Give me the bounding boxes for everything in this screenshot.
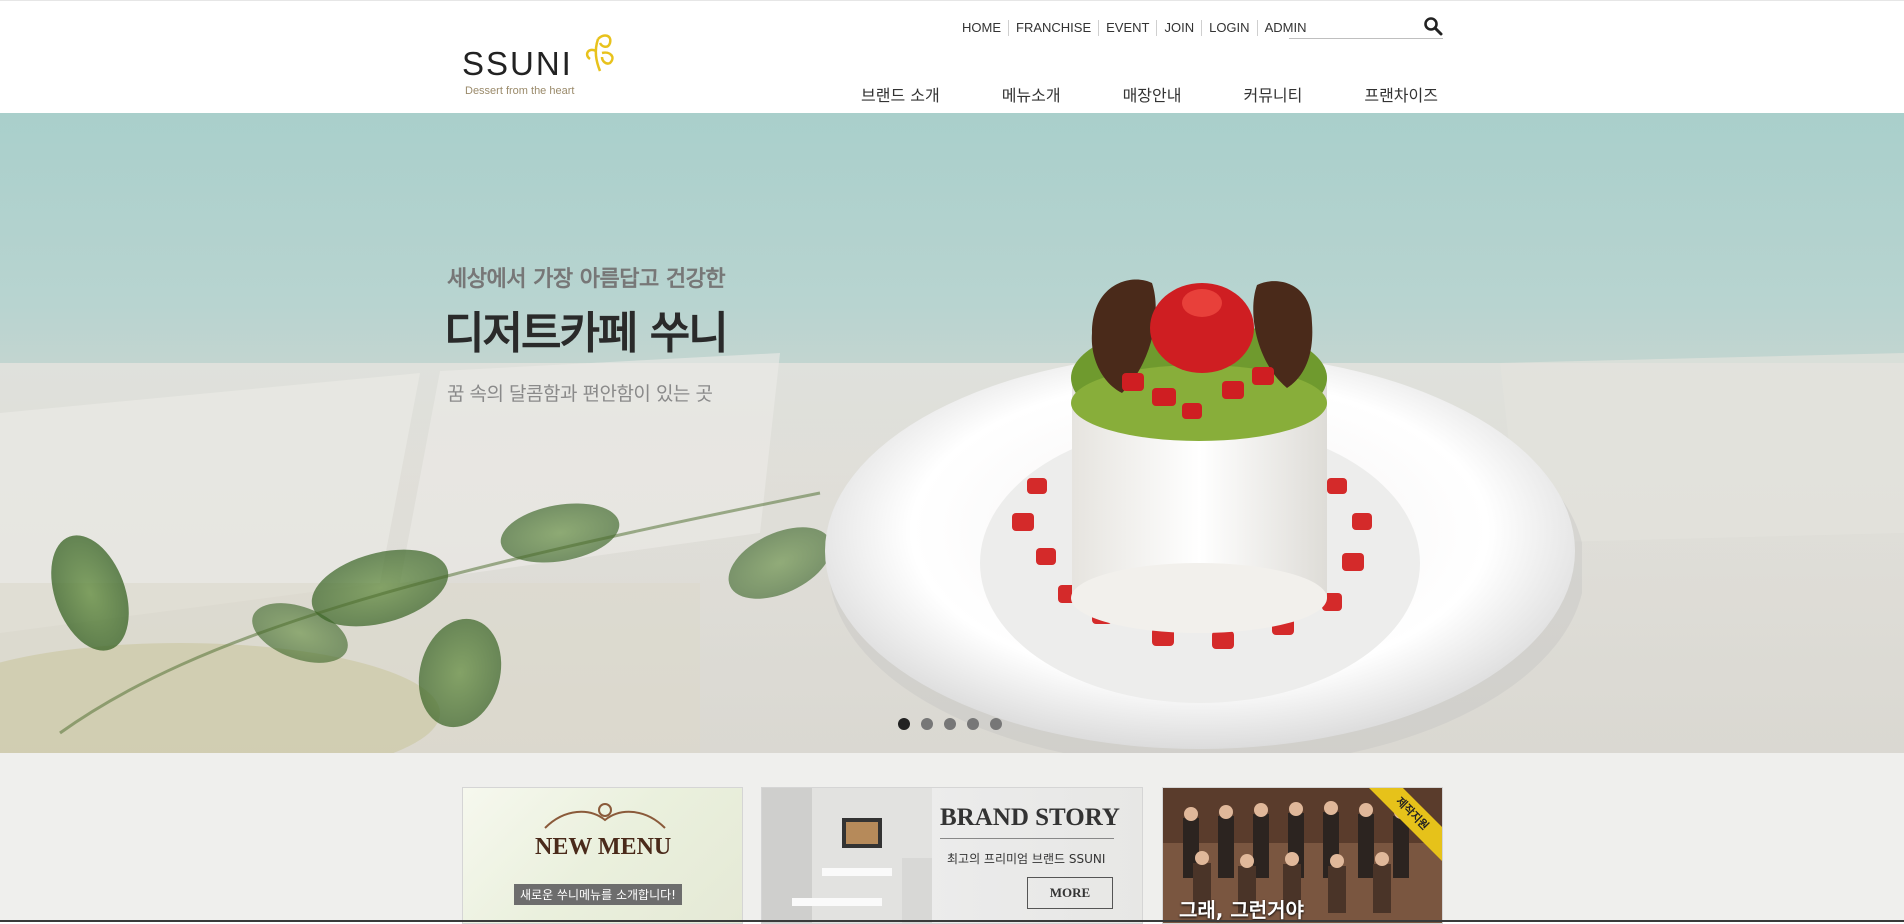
new-menu-banner[interactable]: NEW MENU 새로운 쑤니메뉴를 소개합니다! [462, 787, 743, 924]
nav-stores[interactable]: 매장안내 [1123, 82, 1182, 106]
brand-story-title: BRAND STORY [940, 804, 1120, 831]
nav-menu[interactable]: 메뉴소개 [1002, 82, 1061, 106]
slide-dot-1[interactable] [898, 718, 910, 730]
search-icon[interactable] [1423, 16, 1443, 36]
logo[interactable]: SSUNI Dessert from the heart [462, 27, 622, 103]
slider-dots [898, 718, 1013, 730]
divider [940, 838, 1114, 839]
hero-slider: 세상에서 가장 아름답고 건강한 디저트카페 쑤니 꿈 속의 달콤함과 편안함이… [0, 113, 1904, 753]
nav-brand[interactable]: 브랜드 소개 [861, 82, 940, 106]
util-event-link[interactable]: EVENT [1098, 20, 1156, 36]
main-nav: 브랜드 소개 메뉴소개 매장안내 커뮤니티 프랜차이즈 [861, 82, 1438, 106]
util-franchise-link[interactable]: FRANCHISE [1008, 20, 1098, 36]
util-login-link[interactable]: LOGIN [1201, 20, 1256, 36]
utility-nav: HOME FRANCHISE EVENT JOIN LOGIN ADMIN [956, 18, 1313, 38]
ornament-icon [544, 803, 666, 829]
hero-description: 꿈 속의 달콤함과 편안함이 있는 곳 [447, 383, 713, 405]
logo-text: SSUNI [462, 45, 573, 82]
hero-title: 디저트카페 쑤니 [444, 308, 729, 359]
search-box [1289, 14, 1443, 39]
util-home-link[interactable]: HOME [956, 20, 1008, 36]
more-button[interactable]: MORE [1027, 877, 1113, 909]
search-input[interactable] [1289, 14, 1423, 38]
new-menu-title: NEW MENU [535, 834, 672, 860]
slide-dot-3[interactable] [944, 718, 956, 730]
dessert-image [825, 279, 1582, 753]
slide-dot-4[interactable] [967, 718, 979, 730]
nav-franchise[interactable]: 프랜차이즈 [1364, 82, 1438, 106]
nav-community[interactable]: 커뮤니티 [1243, 82, 1302, 106]
logo-tagline: Dessert from the heart [465, 85, 575, 97]
util-join-link[interactable]: JOIN [1156, 20, 1201, 36]
flower-logo-icon [585, 34, 614, 72]
brand-story-banner[interactable]: BRAND STORY 최고의 프리미엄 브랜드 SSUNI MORE [761, 787, 1143, 924]
brand-story-subtitle: 최고의 프리미엄 브랜드 SSUNI [947, 852, 1106, 866]
slide-dot-5[interactable] [990, 718, 1002, 730]
hero-subtitle: 세상에서 가장 아름답고 건강한 [447, 267, 726, 292]
new-menu-caption: 새로운 쑤니메뉴를 소개합니다! [514, 884, 682, 905]
site-header: SSUNI Dessert from the heart HOME FRANCH… [0, 0, 1904, 114]
cafe-interior-image [762, 788, 932, 923]
promo-section: NEW MENU 새로운 쑤니메뉴를 소개합니다! BRAND STORY 최고… [0, 753, 1904, 924]
slide-dot-2[interactable] [921, 718, 933, 730]
drama-sponsor-banner[interactable]: 제작지원 그래, 그런거야 [1162, 787, 1443, 924]
drama-title: 그래, 그런거야 [1179, 898, 1304, 922]
